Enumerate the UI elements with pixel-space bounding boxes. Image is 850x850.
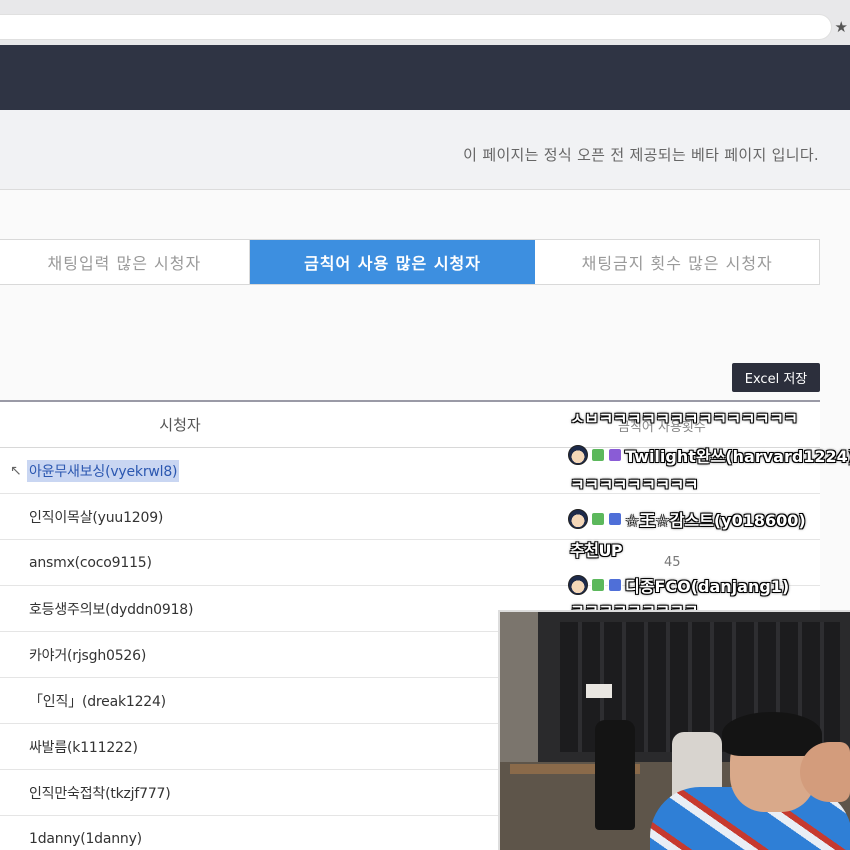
viewer-name[interactable]: 카야거(rjsgh0526) (29, 645, 146, 665)
fan-badge-icon (591, 512, 605, 526)
fan-badge-icon (591, 578, 605, 592)
user-avatar-icon (568, 575, 588, 595)
user-avatar-icon (568, 509, 588, 529)
viewer-name[interactable]: ansmx(coco9115) (29, 555, 152, 571)
browser-chrome: ★ (0, 0, 850, 45)
chat-username: 디종FCO(danjang1) (625, 577, 790, 596)
star-icon[interactable]: ★ (835, 18, 848, 36)
subscriber-badge-icon (608, 448, 622, 462)
tab-most-banned-words[interactable]: 금칙어 사용 많은 시청자 (249, 240, 536, 284)
tab-most-chat-bans[interactable]: 채팅금지 횟수 많은 시청자 (535, 240, 819, 284)
excel-save-button[interactable]: Excel 저장 (732, 363, 820, 392)
column-header-viewer: 시청자 (159, 416, 201, 434)
viewer-name[interactable]: 1danny(1danny) (29, 831, 142, 847)
viewer-name[interactable]: 「인직」(dreak1224) (29, 691, 166, 711)
fan-badge-icon (591, 448, 605, 462)
tab-most-chat[interactable]: 채팅입력 많은 시청자 (0, 240, 250, 284)
stream-chat-overlay: ㅅㅂㅋㅋㅋㅋㅋㅋㅋㅋㅋㅋㅋㅋㅋㅋ Twilight완쓰(harvard1224)… (566, 403, 850, 618)
gaming-chair (595, 720, 635, 830)
chat-username: Twilight완쓰(harvard1224) (625, 447, 850, 466)
chat-user-line: ☆王☆감스트(y018600) (568, 507, 806, 531)
viewer-name[interactable]: 아윤무새보싱(vyekrwl8) (27, 459, 180, 482)
streamer-webcam (498, 610, 850, 850)
subscriber-badge-icon (608, 578, 622, 592)
chat-message: 추천UP (570, 541, 623, 560)
chat-message: ㅅㅂㅋㅋㅋㅋㅋㅋㅋㅋㅋㅋㅋㅋㅋㅋ (570, 409, 798, 428)
viewer-name[interactable]: 싸발름(k111222) (29, 737, 138, 757)
address-bar[interactable] (0, 14, 832, 40)
viewer-name[interactable]: 인직이목살(yuu1209) (29, 507, 163, 527)
viewer-ranking-tabs: 채팅입력 많은 시청자 금칙어 사용 많은 시청자 채팅금지 횟수 많은 시청자 (0, 239, 820, 285)
chat-user-line: Twilight완쓰(harvard1224) (568, 443, 850, 467)
viewer-name[interactable]: 인직만숙접착(tkzjf777) (29, 783, 171, 803)
subscriber-badge-icon (608, 512, 622, 526)
mouse-cursor-icon: ↖ (10, 462, 22, 479)
user-avatar-icon (568, 445, 588, 465)
site-navbar (0, 45, 850, 110)
beta-notice-text: 이 페이지는 정식 오픈 전 제공되는 베타 페이지 입니다. (463, 146, 819, 164)
viewer-name[interactable]: 호등생주의보(dyddn0918) (29, 599, 193, 619)
chat-username: ☆王☆감스트(y018600) (625, 511, 806, 530)
chat-message: ㅋㅋㅋㅋㅋㅋㅋㅋㅋ (570, 475, 698, 494)
beta-notice-band: 이 페이지는 정식 오픈 전 제공되는 베타 페이지 입니다. (0, 110, 850, 190)
chat-user-line: 디종FCO(danjang1) (568, 573, 789, 597)
